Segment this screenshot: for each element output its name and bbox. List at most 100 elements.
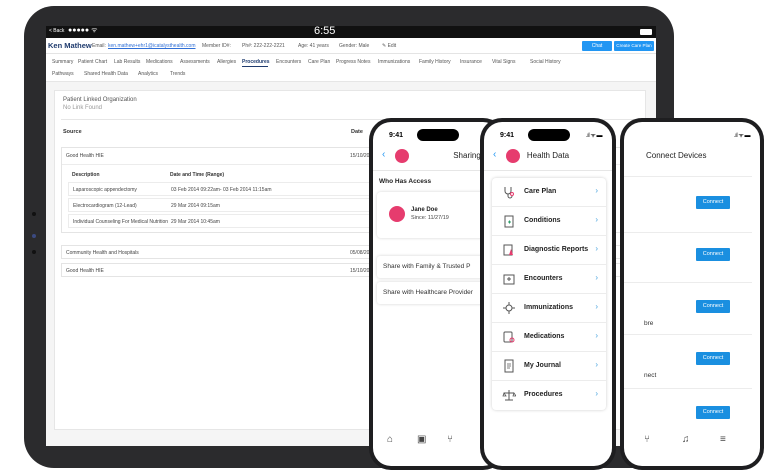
status-time: 9:41: [389, 132, 404, 139]
pills-icon: [503, 331, 515, 343]
tab-analytics[interactable]: Analytics: [138, 71, 158, 77]
section-label: Who Has Access: [379, 178, 432, 185]
list-item-care-plan[interactable]: Care Plan ›: [492, 178, 606, 207]
date-header: Date: [351, 129, 363, 135]
phone-screen: 9:41 .ıl ᯤ ▬ ‹ Health Data Care Plan › C…: [484, 122, 612, 466]
page-title: Connect Devices: [646, 151, 707, 160]
tab-lab-results[interactable]: Lab Results: [114, 59, 140, 65]
active-tab-underline: [242, 66, 268, 67]
procedure-row[interactable]: Electrocardiogram (12-Lead) 29 Mar 2014 …: [68, 198, 388, 212]
menu-icon[interactable]: ≡: [720, 434, 726, 445]
tab-medications[interactable]: Medications: [146, 59, 173, 65]
navigation-tabs: Summary Patient Chart Lab Results Medica…: [46, 54, 656, 82]
virus-icon: [503, 302, 515, 314]
plo-label: Patient Linked Organization: [63, 97, 137, 103]
signal-icon: ●●●●● ᯤ: [68, 27, 98, 34]
procedure-description: Laparoscopic appendectomy: [73, 187, 137, 193]
row-source: Good Health HIE: [66, 268, 104, 274]
chevron-right-icon: ›: [595, 360, 598, 369]
phone-connect-devices: .ıl ᯤ ▬ Connect Devices Connect Connect …: [620, 118, 764, 470]
tab-procedures[interactable]: Procedures: [242, 59, 270, 65]
stethoscope-icon: [504, 187, 514, 199]
tab-encounters[interactable]: Encounters: [276, 59, 301, 65]
phone-number: Ph#: 222-222-2221: [242, 43, 285, 49]
connect-button[interactable]: Connect: [696, 406, 730, 419]
pathway-icon[interactable]: ⑂: [644, 434, 650, 445]
list-item-label: Encounters: [524, 275, 563, 282]
dynamic-island: [417, 129, 459, 141]
status-icons: .ıl ᯤ ▬: [734, 133, 750, 139]
tab-family-history[interactable]: Family History: [419, 59, 451, 65]
patient-gender: Gender: Male: [339, 43, 370, 49]
tablet-status-bar: < Back ●●●●● ᯤ 6:55: [46, 26, 656, 38]
patient-age: Age: 41 years: [298, 43, 329, 49]
flask-icon: [503, 244, 513, 256]
list-item-encounters[interactable]: Encounters ›: [492, 265, 606, 294]
list-item-conditions[interactable]: Conditions ›: [492, 207, 606, 236]
edit-button[interactable]: ✎ Edit: [382, 43, 396, 49]
tab-insurance[interactable]: Insurance: [460, 59, 482, 65]
home-icon[interactable]: ⌂: [387, 434, 393, 445]
divider: [624, 334, 752, 335]
tab-social-history[interactable]: Social History: [530, 59, 561, 65]
chevron-right-icon: ›: [595, 302, 598, 311]
tab-shared-health-data[interactable]: Shared Health Data: [84, 71, 128, 77]
avatar: [389, 206, 405, 222]
tab-pathways[interactable]: Pathways: [52, 71, 74, 77]
sensor-dot: [32, 250, 36, 254]
source-header: Source: [63, 129, 82, 135]
pathway-icon[interactable]: ⑂: [447, 434, 453, 445]
tab-bar: ⑂ ♫ ≡: [624, 432, 760, 454]
connect-button[interactable]: Connect: [696, 300, 730, 313]
journal-icon: [504, 359, 514, 373]
clipboard-icon: [504, 215, 514, 228]
list-item-procedures[interactable]: Procedures ›: [492, 381, 606, 410]
tab-progress-notes[interactable]: Progress Notes: [336, 59, 370, 65]
divider: [624, 282, 752, 283]
list-item-label: Care Plan: [524, 188, 557, 195]
row-source: Community Health and Hospitals: [66, 250, 139, 256]
list-item-diagnostic-reports[interactable]: Diagnostic Reports ›: [492, 236, 606, 265]
list-item-medications[interactable]: Medications ›: [492, 323, 606, 352]
battery-icon: [640, 29, 652, 35]
list-item-my-journal[interactable]: My Journal ›: [492, 352, 606, 381]
back-chevron-icon[interactable]: ‹: [382, 149, 385, 160]
divider: [624, 176, 752, 177]
procedure-datetime: 29 Mar 2014 10:45am: [171, 219, 220, 225]
connect-button[interactable]: Connect: [696, 352, 730, 365]
connect-button[interactable]: Connect: [696, 196, 730, 209]
create-care-plan-button[interactable]: Create Care Plan: [614, 41, 654, 51]
connect-button[interactable]: Connect: [696, 248, 730, 261]
chevron-right-icon: ›: [595, 244, 598, 253]
camera-dot: [32, 212, 36, 216]
email-link[interactable]: ken.mathew+ehr1@icatalysthealth.com: [108, 43, 195, 49]
tab-vital-signs[interactable]: Vital Signs: [492, 59, 516, 65]
row-source: Good Health HIE: [66, 153, 104, 159]
back-link[interactable]: < Back: [49, 28, 64, 34]
bell-icon[interactable]: ♫: [682, 434, 690, 445]
chat-button[interactable]: Chat: [582, 41, 612, 51]
device-name: bre: [644, 320, 654, 327]
scale-icon: [502, 390, 516, 401]
tab-allergies[interactable]: Allergies: [217, 59, 236, 65]
procedure-description: Electrocardiogram (12-Lead): [73, 203, 137, 209]
procedure-row[interactable]: Laparoscopic appendectomy 03 Feb 2014 09…: [68, 182, 388, 196]
tab-assessments[interactable]: Assessments: [180, 59, 210, 65]
records-icon[interactable]: ▣: [417, 434, 426, 445]
plo-value: No Link Found: [63, 105, 103, 111]
procedure-row[interactable]: Individual Counseling For Medical Nutrit…: [68, 214, 388, 228]
tab-trends[interactable]: Trends: [170, 71, 185, 77]
tab-summary[interactable]: Summary: [52, 59, 73, 65]
chat-button-label: Chat: [591, 43, 603, 49]
hospital-icon: [503, 274, 515, 285]
health-data-list: Care Plan › Conditions › Diagnostic Repo…: [492, 178, 606, 410]
list-item-label: Diagnostic Reports: [524, 246, 589, 253]
tab-patient-chart[interactable]: Patient Chart: [78, 59, 107, 65]
chevron-right-icon: ›: [595, 331, 598, 340]
phone-health-data: 9:41 .ıl ᯤ ▬ ‹ Health Data Care Plan › C…: [480, 118, 616, 470]
tab-care-plan[interactable]: Care Plan: [308, 59, 330, 65]
contact-since: Since: 11/27/19: [411, 215, 449, 221]
sensor-dot: [32, 234, 36, 238]
tab-immunizations[interactable]: Immunizations: [378, 59, 410, 65]
list-item-immunizations[interactable]: Immunizations ›: [492, 294, 606, 323]
